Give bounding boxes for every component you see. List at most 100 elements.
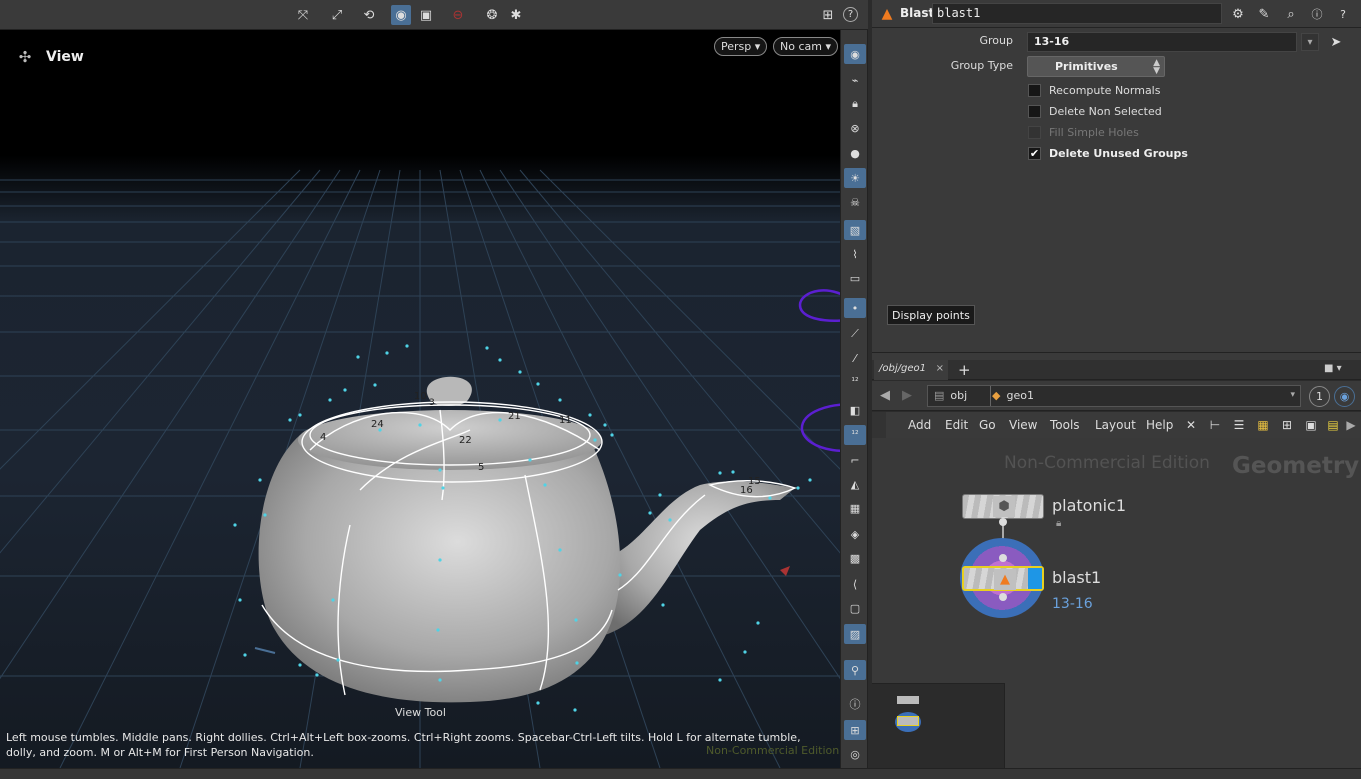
link-circle-icon[interactable]: ◉ <box>1334 386 1355 407</box>
network-path-field[interactable]: ▤ obj ◆ geo1 ▾ <box>927 385 1301 407</box>
group-label: Group <box>979 34 1014 47</box>
network-overview[interactable] <box>872 683 1005 768</box>
back-arrow-icon[interactable]: ◀ <box>880 388 890 403</box>
brush-icon[interactable]: ✎ <box>1254 4 1274 24</box>
frame-icon[interactable]: ▢ <box>844 598 866 618</box>
lock-icon: 🔒︎ <box>1056 518 1062 529</box>
group-input[interactable]: 13-16 <box>1027 32 1297 52</box>
viewport-title-text: View <box>46 49 84 65</box>
lock-icon[interactable]: 🔒︎ <box>844 94 866 114</box>
menu-layout[interactable]: Layout <box>1095 418 1136 432</box>
shading-sphere-icon[interactable]: ● <box>844 143 866 163</box>
help-icon[interactable]: ? <box>843 7 858 22</box>
snapshot-icon[interactable]: ❂ <box>482 5 502 25</box>
group-type-select[interactable]: Primitives ▲ ▼ <box>1027 56 1165 77</box>
camera-dropdown[interactable]: No cam ▾ <box>773 37 838 56</box>
delete-non-selected-checkbox[interactable]: Delete Non Selected <box>1028 102 1162 120</box>
image-icon[interactable]: ▨ <box>844 624 866 644</box>
tree-icon[interactable]: ⊢ <box>1206 416 1224 434</box>
pin-number-button[interactable]: 1 <box>1309 386 1330 407</box>
teapot-spout <box>600 481 795 635</box>
add-tab-button[interactable]: + <box>958 361 971 379</box>
pin-icon[interactable]: ⚲ <box>844 660 866 680</box>
table-icon[interactable]: ▦ <box>1254 416 1272 434</box>
parameter-pane: Group 13-16 ▾ ➤ Group Type Primitives ▲ ▼… <box>872 28 1361 352</box>
grid-layout-icon[interactable]: ⊞ <box>844 720 866 740</box>
path-obj[interactable]: ▤ obj <box>934 389 967 402</box>
group-dropdown-icon[interactable]: ▾ <box>1301 33 1319 51</box>
checkbox-box[interactable] <box>1028 83 1041 97</box>
wrench-icon[interactable]: ✕ <box>1182 416 1200 434</box>
camera-icon[interactable]: ▭ <box>844 268 866 288</box>
ghost-icon[interactable]: ⌁ <box>844 70 866 90</box>
menu-help[interactable]: Help <box>1146 418 1173 432</box>
primitive-icon[interactable]: ◧ <box>844 400 866 420</box>
delete-unused-groups-checkbox[interactable]: ✔ Delete Unused Groups <box>1028 144 1188 162</box>
settings-square-icon[interactable]: ✱ <box>506 5 526 25</box>
view-tool-icon[interactable]: ◉ <box>391 5 411 25</box>
primitive-numbers-icon[interactable]: ¹² <box>844 425 866 445</box>
checker-icon[interactable]: ▦ <box>844 498 866 518</box>
transform-tool-icon[interactable]: ⟲ <box>359 5 379 25</box>
point-numbers-icon[interactable]: ⁄ <box>844 348 866 368</box>
menu-add[interactable]: Add <box>908 418 931 432</box>
updown-arrow-icon: ▲ ▼ <box>1153 58 1160 76</box>
viewport-timeline-strip[interactable] <box>0 768 868 779</box>
close-icon[interactable]: × <box>936 363 944 374</box>
pane-splitter[interactable] <box>872 352 1361 360</box>
prim-number: 4 <box>320 432 327 443</box>
recompute-normals-checkbox[interactable]: Recompute Normals <box>1028 81 1160 99</box>
search-icon[interactable]: ⌕ <box>1281 4 1301 24</box>
uv-icon[interactable]: ◭ <box>844 474 866 494</box>
forward-arrow-icon[interactable]: ▶ <box>902 388 912 403</box>
branch-icon[interactable]: ⟨ <box>844 574 866 594</box>
box-icon[interactable]: ▩ <box>844 548 866 568</box>
more-arrow-icon[interactable]: ▶ <box>1342 416 1360 434</box>
thumbnail-icon[interactable]: ▣ <box>1302 416 1320 434</box>
menu-edit[interactable]: Edit <box>945 418 968 432</box>
path-geo1[interactable]: ◆ geo1 <box>992 389 1034 402</box>
background-icon[interactable]: ▧ <box>844 220 866 240</box>
menu-view[interactable]: View <box>1009 418 1037 432</box>
layout-icon[interactable]: ⊞ <box>818 5 838 25</box>
tab-obj-geo1[interactable]: /obj/geo1 × <box>874 360 948 380</box>
select-mode-icon[interactable]: ⤧ <box>293 5 313 25</box>
point-normals-icon[interactable]: ⟋ <box>844 324 866 344</box>
help-icon[interactable]: ? <box>1333 4 1353 24</box>
disabled-circle-icon[interactable]: ⊖ <box>448 5 468 25</box>
display-flag[interactable] <box>1028 568 1042 589</box>
checkbox-box[interactable] <box>1028 104 1041 118</box>
vertex-icon[interactable]: ⌐ <box>844 450 866 470</box>
3d-viewport[interactable]: 10 3 21 11 24 22 4 5 15 16 ✣ View Persp … <box>0 30 840 768</box>
camera-tool-icon[interactable]: ▣ <box>416 5 436 25</box>
menu-tools[interactable]: Tools <box>1050 418 1080 432</box>
tab-menu-icon[interactable]: ■ ▾ <box>1324 363 1342 374</box>
layers-icon[interactable]: ◈ <box>844 524 866 544</box>
menu-go[interactable]: Go <box>979 418 996 432</box>
persp-dropdown[interactable]: Persp ▾ <box>714 37 768 56</box>
info-icon[interactable]: ⓘ <box>844 694 866 714</box>
eye-icon[interactable]: ◎ <box>844 744 866 764</box>
lighting-icon[interactable]: ☀ <box>844 168 866 188</box>
select-arrow-icon[interactable]: ➤ <box>1327 33 1345 51</box>
info-icon[interactable]: ⓘ <box>1307 4 1327 24</box>
breadcrumb-separator <box>981 386 991 406</box>
platonic1-node[interactable]: ⬢ <box>962 494 1044 519</box>
checkmark-icon[interactable]: ✔ <box>1028 146 1041 160</box>
wire-icon[interactable]: ⌇ <box>844 244 866 264</box>
sticky-note-icon[interactable]: ▤ <box>1324 416 1342 434</box>
gear-icon[interactable]: ⚙ <box>1228 4 1248 24</box>
list-icon[interactable]: ☰ <box>1230 416 1248 434</box>
unlock-icon[interactable]: ⊗ <box>844 118 866 138</box>
point-numbers-count-icon[interactable]: ¹² <box>844 372 866 392</box>
move-tool-icon[interactable]: ⤢ <box>327 5 347 25</box>
node-name-field[interactable]: blast1 <box>932 3 1222 24</box>
platonic-icon: ⬢ <box>993 496 1015 517</box>
blast1-node[interactable]: ▲ <box>962 566 1044 591</box>
display-points-icon[interactable]: • <box>844 298 866 318</box>
skeleton-icon[interactable]: ☠ <box>844 192 866 212</box>
visibility-icon[interactable]: ◉ <box>844 44 866 64</box>
grid-icon[interactable]: ⊞ <box>1278 416 1296 434</box>
path-dropdown-icon[interactable]: ▾ <box>1290 390 1295 400</box>
input-connector <box>999 554 1007 562</box>
